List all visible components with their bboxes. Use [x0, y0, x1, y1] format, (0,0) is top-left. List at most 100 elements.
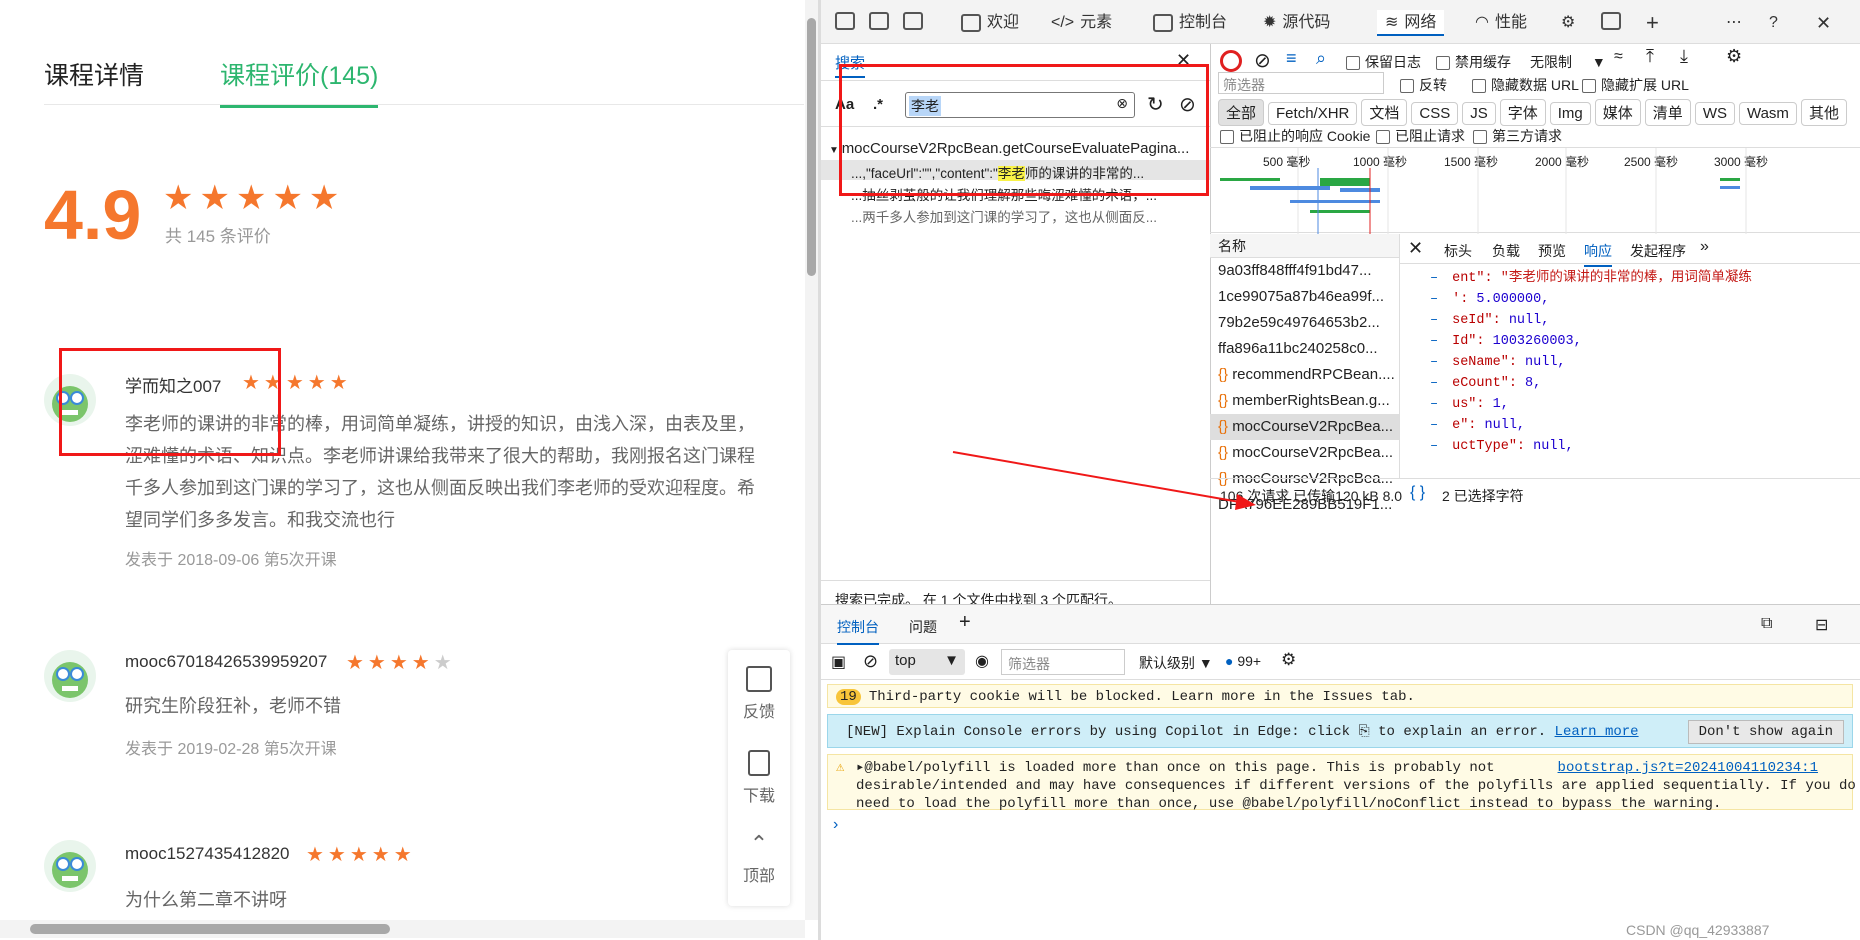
type-all[interactable]: 全部: [1218, 99, 1265, 126]
learn-more-link[interactable]: Learn more: [1555, 724, 1639, 740]
tab-console[interactable]: 控制台: [1153, 10, 1227, 36]
block-icon[interactable]: ⊘: [1254, 48, 1271, 73]
context-select[interactable]: top ▼: [889, 649, 965, 675]
disable-cache-checkbox[interactable]: 禁用缓存: [1436, 52, 1511, 72]
tab-headers[interactable]: 标头: [1444, 241, 1472, 261]
request-row[interactable]: 1ce99075a87b46ea99f...: [1210, 284, 1399, 310]
pretty-print-icon[interactable]: { }: [1410, 484, 1425, 502]
type-doc[interactable]: 文档: [1361, 99, 1408, 126]
sidebar-toggle-icon[interactable]: [903, 12, 929, 31]
drawer-tab-console[interactable]: 控制台: [837, 617, 879, 645]
tablet-icon: [748, 750, 770, 776]
add-drawer-tab-icon[interactable]: +: [959, 611, 971, 634]
download-button[interactable]: 下载: [728, 750, 790, 806]
console-sidebar-icon[interactable]: ▣: [831, 652, 846, 672]
request-row[interactable]: 79b2e59c49764653b2...: [1210, 310, 1399, 336]
type-img[interactable]: Img: [1549, 102, 1591, 125]
tab-performance[interactable]: ◠ 性能: [1475, 10, 1527, 36]
timeline-overview[interactable]: 500 毫秒 1000 毫秒 1500 毫秒 2000 毫秒 2500 毫秒 3…: [1210, 147, 1860, 234]
tab-sources[interactable]: ✹ 源代码: [1263, 10, 1330, 36]
search-match-line[interactable]: ...两千多人参加到这门课的学习了，这也从侧面反...: [851, 206, 1157, 226]
clear-console-icon[interactable]: ⊘: [863, 651, 878, 672]
request-row[interactable]: {} memberRightsBean.g...: [1210, 388, 1399, 414]
more-icon[interactable]: ⋯: [1726, 10, 1742, 36]
tab-initiator[interactable]: 发起程序: [1630, 241, 1686, 261]
request-summary: 106 次请求 已传输120 kB 8.0: [1220, 488, 1403, 504]
request-row[interactable]: ffa896a11bc240258c0...: [1210, 336, 1399, 362]
feedback-button[interactable]: 反馈: [728, 666, 790, 722]
inspect-icon[interactable]: [835, 12, 861, 31]
issues-counter[interactable]: ● 99+: [1225, 653, 1261, 669]
back-to-top-button[interactable]: ⌃ 顶部: [728, 832, 790, 886]
third-party-checkbox[interactable]: 第三方请求: [1473, 126, 1562, 146]
review-username[interactable]: mooc1527435412820: [125, 844, 289, 864]
tab-welcome[interactable]: 欢迎: [961, 10, 1019, 36]
user-avatar[interactable]: [44, 840, 96, 892]
tab-payload[interactable]: 负载: [1492, 241, 1520, 261]
json-line: – us": 1,: [1430, 397, 1509, 412]
add-tab-icon[interactable]: +: [1646, 10, 1659, 36]
dont-show-again-button[interactable]: Don't show again: [1687, 720, 1844, 744]
tab-elements[interactable]: </> 元素: [1051, 10, 1112, 36]
record-stop-icon[interactable]: [1220, 50, 1242, 72]
type-ws[interactable]: WS: [1694, 102, 1735, 125]
name-column-header[interactable]: 名称: [1210, 234, 1399, 258]
request-row[interactable]: {} mocCourseV2RpcBea...: [1210, 440, 1399, 466]
device-icon[interactable]: [869, 12, 895, 31]
network-filter-input[interactable]: 筛选器: [1218, 72, 1384, 94]
blocked-requests-checkbox[interactable]: 已阻止请求: [1376, 126, 1465, 146]
hide-data-url-checkbox[interactable]: 隐藏数据 URL: [1472, 75, 1579, 95]
edit-icon: [746, 666, 772, 692]
network-settings-icon[interactable]: ⚙: [1726, 46, 1742, 67]
download-icon[interactable]: ⤓: [1680, 46, 1688, 67]
invert-checkbox[interactable]: 反转: [1400, 75, 1447, 95]
console-prompt-icon[interactable]: ›: [833, 816, 838, 834]
tab-course-detail[interactable]: 课程详情: [44, 56, 144, 92]
eye-icon[interactable]: ◉: [975, 651, 989, 671]
search-icon[interactable]: ⌕: [1316, 48, 1326, 69]
response-pane: ✕ 标头 负载 预览 响应 发起程序 » – ent": "李老师的课讲的非常的棒…: [1400, 234, 1860, 478]
type-js[interactable]: JS: [1462, 102, 1496, 125]
type-manifest[interactable]: 清单: [1644, 99, 1691, 126]
review-stars: ★★★★★: [306, 844, 416, 866]
type-media[interactable]: 媒体: [1594, 99, 1641, 126]
type-fetch[interactable]: Fetch/XHR: [1268, 102, 1358, 125]
throttle-select[interactable]: 无限制 ▼: [1530, 52, 1606, 72]
source-link[interactable]: bootstrap.js?t=20241004110234:1: [1558, 759, 1818, 777]
page-vertical-scrollbar[interactable]: [805, 0, 818, 920]
collapse-drawer-icon[interactable]: ⊟: [1815, 615, 1828, 635]
blocked-cookie-checkbox[interactable]: 已阻止的响应 Cookie: [1220, 126, 1370, 146]
request-row-selected[interactable]: {} mocCourseV2RpcBea...: [1210, 414, 1399, 440]
settings-gear-icon[interactable]: ⚙: [1561, 10, 1575, 36]
review-username[interactable]: mooc67018426539959207: [125, 652, 327, 672]
dock-icon[interactable]: ⧉: [1761, 615, 1772, 633]
warning-icon: ⚠: [836, 760, 845, 776]
request-row[interactable]: 9a03ff848fff4f91bd47...: [1210, 258, 1399, 284]
close-detail-icon[interactable]: ✕: [1408, 238, 1423, 259]
hide-ext-url-checkbox[interactable]: 隐藏扩展 URL: [1582, 75, 1689, 95]
user-avatar[interactable]: [44, 650, 96, 702]
filter-icon[interactable]: ≡: [1286, 48, 1297, 69]
type-css[interactable]: CSS: [1411, 102, 1459, 125]
window-icon[interactable]: [1601, 12, 1627, 31]
network-conditions-icon[interactable]: ≈: [1614, 48, 1623, 66]
log-level-select[interactable]: 默认级别 ▼: [1139, 653, 1213, 673]
upload-icon[interactable]: ⤒: [1646, 46, 1654, 67]
close-icon[interactable]: ✕: [1816, 10, 1831, 36]
tab-course-reviews[interactable]: 课程评价(145): [220, 56, 379, 108]
json-response[interactable]: – ent": "李老师的课讲的非常的棒，用词简单凝练 – ': 5.000000, –…: [1400, 264, 1860, 454]
help-icon[interactable]: ?: [1769, 10, 1778, 36]
tab-network[interactable]: ≋ 网络: [1377, 10, 1445, 36]
page-horizontal-scrollbar[interactable]: [0, 920, 805, 938]
more-tabs-icon[interactable]: »: [1700, 238, 1709, 256]
request-row[interactable]: {} recommendRPCBean....: [1210, 362, 1399, 388]
type-other[interactable]: 其他: [1800, 99, 1847, 126]
drawer-tab-issues[interactable]: 问题: [909, 617, 937, 637]
message-count-badge: 19: [836, 689, 861, 705]
type-font[interactable]: 字体: [1499, 99, 1546, 126]
console-settings-icon[interactable]: ⚙: [1281, 650, 1296, 670]
type-wasm[interactable]: Wasm: [1738, 102, 1797, 125]
tab-preview[interactable]: 预览: [1538, 241, 1566, 261]
console-filter-input[interactable]: 筛选器: [1001, 649, 1125, 675]
preserve-log-checkbox[interactable]: 保留日志: [1346, 52, 1421, 72]
